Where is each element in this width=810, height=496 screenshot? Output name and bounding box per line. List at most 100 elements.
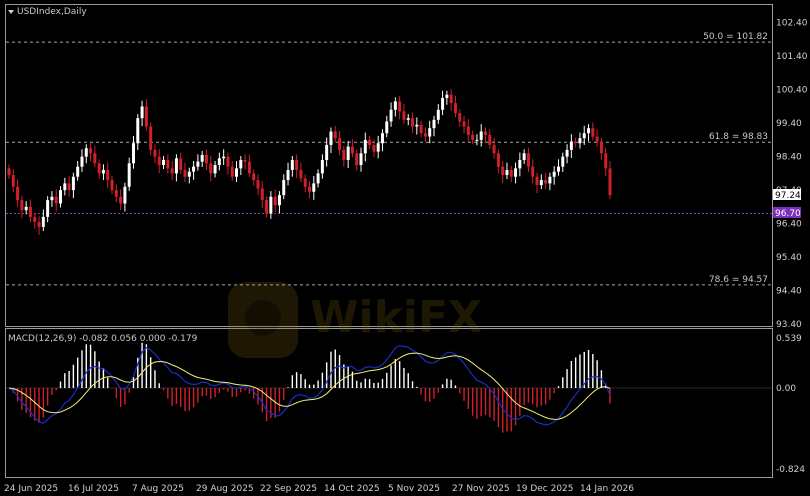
price-tick: 99.40 xyxy=(776,119,802,129)
candle-body xyxy=(119,196,123,204)
candle-body xyxy=(179,158,183,171)
candle-body xyxy=(312,183,316,192)
candle-body xyxy=(479,131,483,140)
price-tick: 93.40 xyxy=(776,320,802,330)
wikifx-watermark: WikiFX xyxy=(228,282,482,358)
candle-body xyxy=(200,154,204,162)
time-label: 7 Aug 2025 xyxy=(132,484,184,494)
time-label: 14 Jan 2026 xyxy=(580,484,634,494)
candle-body xyxy=(535,176,539,186)
candle-body xyxy=(28,206,32,217)
candle-body xyxy=(475,139,479,141)
price-chart[interactable]: WikiFX USDIndex,Daily 50.0 = 101.82 61.8… xyxy=(0,0,810,496)
candle-body xyxy=(522,153,526,160)
candle-body xyxy=(591,128,595,137)
current-price-tag: 97.24 xyxy=(773,189,801,201)
time-label: 16 Jul 2025 xyxy=(68,484,119,494)
candle-body xyxy=(342,149,346,160)
candle-body xyxy=(149,126,153,150)
candle-body xyxy=(338,138,342,150)
time-label: 29 Aug 2025 xyxy=(196,484,254,494)
candle-body xyxy=(484,131,488,135)
candle-body xyxy=(458,113,462,122)
candle-body xyxy=(406,118,410,120)
candle-body xyxy=(286,170,290,181)
candle-body xyxy=(432,119,436,129)
candle-body xyxy=(402,111,406,120)
main-panel-frame xyxy=(5,4,773,327)
candle-body xyxy=(24,206,28,211)
candle-body xyxy=(466,126,470,135)
candle-body xyxy=(501,166,505,176)
svg-text:97.24: 97.24 xyxy=(775,191,801,201)
candle-body xyxy=(217,158,221,165)
price-tick: 94.40 xyxy=(776,287,802,297)
candle-body xyxy=(131,143,135,164)
macd-tick-zero: 0.00 xyxy=(776,384,796,394)
candle-body xyxy=(544,180,548,184)
candle-body xyxy=(509,170,513,177)
time-label: 14 Oct 2025 xyxy=(324,484,380,494)
candle-body xyxy=(76,166,80,177)
candle-body xyxy=(101,170,105,174)
candle-body xyxy=(346,146,350,160)
window-title: USDIndex,Daily xyxy=(17,7,87,17)
candle-body xyxy=(93,153,97,164)
candle-body xyxy=(350,146,354,154)
candle-body xyxy=(428,128,432,137)
candle-body xyxy=(320,159,324,174)
candle-body xyxy=(380,133,384,144)
candle-body xyxy=(114,190,118,197)
candle-body xyxy=(325,144,329,160)
candle-body xyxy=(587,128,591,134)
candle-body xyxy=(140,106,144,119)
price-tick: 100.40 xyxy=(776,86,808,96)
candle-body xyxy=(492,144,496,154)
candle-body xyxy=(578,138,582,144)
candle-body xyxy=(89,148,93,154)
candle-body xyxy=(157,156,161,165)
candle-body xyxy=(174,158,178,174)
candle-body xyxy=(599,141,603,154)
candle-body xyxy=(226,156,230,167)
candle-body xyxy=(222,156,226,159)
candle-body xyxy=(46,200,50,217)
price-tick: 101.40 xyxy=(776,52,808,62)
time-label: 24 Jun 2025 xyxy=(4,484,58,494)
candle-body xyxy=(80,156,84,167)
fib-label-50: 50.0 = 101.82 xyxy=(703,32,768,42)
candle-body xyxy=(561,156,565,167)
candle-body xyxy=(243,159,247,162)
candle-body xyxy=(518,159,522,169)
candle-body xyxy=(256,180,260,189)
candle-body xyxy=(488,134,492,145)
candle-body xyxy=(398,101,402,112)
candle-body xyxy=(84,148,88,157)
candle-body xyxy=(449,94,453,104)
macd-tick-top: 0.539 xyxy=(776,334,802,344)
candle-body xyxy=(329,131,333,145)
candle-body xyxy=(514,168,518,177)
candle-body xyxy=(368,139,372,145)
candle-body xyxy=(213,165,217,174)
candle-body xyxy=(162,159,166,165)
candle-body xyxy=(556,166,560,172)
candle-body xyxy=(239,159,243,169)
dropdown-triangle-icon[interactable] xyxy=(8,10,14,14)
candle-body xyxy=(419,124,423,134)
candle-body xyxy=(127,163,131,187)
candle-body xyxy=(441,98,445,110)
candle-body xyxy=(106,170,110,181)
candle-body xyxy=(569,141,573,150)
candle-body xyxy=(269,196,273,214)
candle-body xyxy=(123,186,127,204)
candle-body xyxy=(204,154,208,164)
candle-body xyxy=(436,109,440,120)
candle-body xyxy=(209,163,213,174)
candle-body xyxy=(376,143,380,152)
candle-body xyxy=(187,171,191,177)
candle-body xyxy=(308,186,311,192)
time-label: 22 Sep 2025 xyxy=(260,484,317,494)
candle-body xyxy=(235,168,239,177)
macd-histogram xyxy=(12,342,611,433)
